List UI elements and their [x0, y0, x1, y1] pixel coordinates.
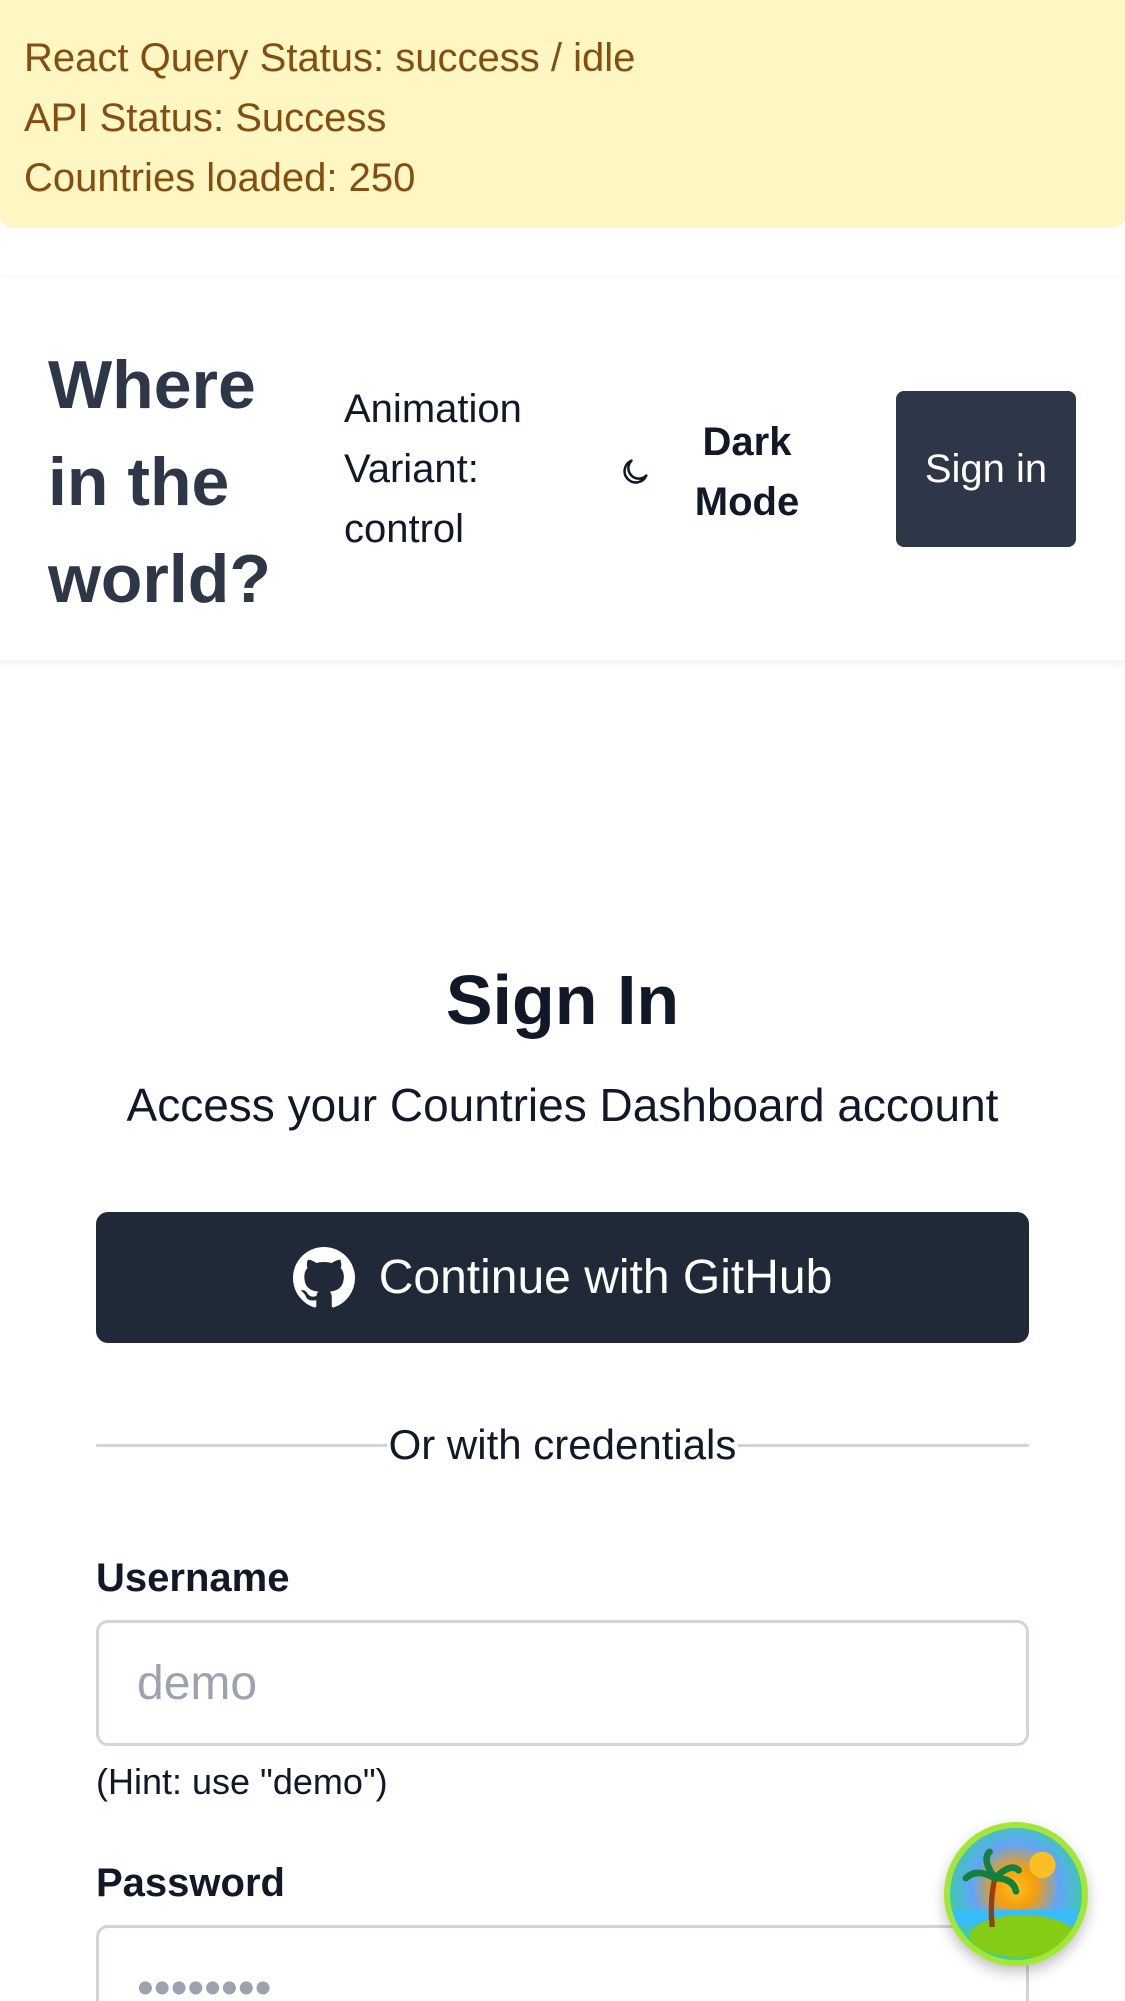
sign-in-subtitle: Access your Countries Dashboard account — [126, 1079, 999, 1131]
api-status: API Status: Success — [24, 96, 387, 140]
github-button-label: Continue with GitHub — [378, 1251, 833, 1304]
animation-variant-label: Animation Variant: control — [344, 387, 522, 551]
header-sign-in-button[interactable]: Sign in — [896, 391, 1076, 547]
username-label: Username — [96, 1556, 290, 1600]
dark-mode-label: Dark Mode — [694, 420, 800, 524]
countries-loaded: Countries loaded: 250 — [24, 156, 416, 200]
divider-label: Or with credentials — [386, 1421, 739, 1468]
app-title[interactable]: Where in the world? — [48, 337, 288, 628]
sign-in-title: Sign In — [445, 961, 680, 1039]
username-input[interactable] — [96, 1620, 1029, 1746]
moon-icon — [618, 455, 652, 489]
island-badge-icon[interactable] — [944, 1822, 1088, 1966]
debug-status-banner: React Query Status: success / idle API S… — [0, 0, 1125, 228]
credentials-divider: Or with credentials — [96, 1415, 1029, 1475]
app-header: Where in the world? Animation Variant: c… — [0, 276, 1125, 660]
dark-mode-toggle[interactable]: Dark Mode — [618, 412, 828, 532]
password-label: Password — [96, 1861, 285, 1905]
github-login-button[interactable]: Continue with GitHub — [96, 1212, 1029, 1343]
palm-tree-icon — [950, 1848, 1082, 1958]
password-input[interactable] — [96, 1925, 1029, 2001]
github-icon — [292, 1246, 355, 1309]
react-query-status: React Query Status: success / idle — [24, 36, 636, 80]
username-hint: (Hint: use "demo") — [96, 1761, 388, 1802]
